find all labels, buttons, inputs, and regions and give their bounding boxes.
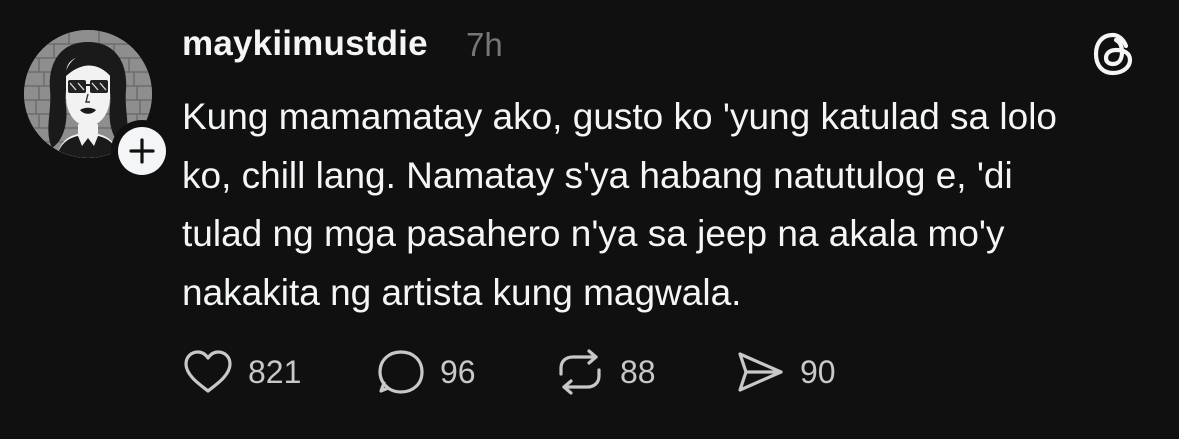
threads-logo-icon[interactable] <box>1090 30 1138 78</box>
follow-button[interactable] <box>111 120 173 182</box>
repost-count: 88 <box>620 353 656 390</box>
share-button[interactable]: 90 <box>734 345 836 399</box>
post-text-line: Kung mamamatay ako, gusto ko 'yung katul… <box>182 96 1058 137</box>
repost-button[interactable]: 88 <box>554 345 656 399</box>
repost-icon <box>559 349 601 395</box>
plus-icon <box>129 138 155 164</box>
post-text-line: ko, chill lang. Namatay s'ya habang natu… <box>182 154 1013 196</box>
heart-icon <box>184 350 232 393</box>
reply-button[interactable]: 96 <box>376 345 476 399</box>
speech-bubble-icon <box>378 350 424 394</box>
share-count: 90 <box>800 353 836 390</box>
post-body: Kung mamamatay ako, gusto ko 'yung katul… <box>182 88 1157 322</box>
post-text-line: tulad ng mga pasahero n'ya sa jeep na ak… <box>182 213 1005 254</box>
post-time: 7h <box>466 26 503 63</box>
post-text-line: nakakita ng artista kung magwala. <box>182 271 742 313</box>
follow-button-inner <box>118 127 166 175</box>
send-icon <box>738 352 783 392</box>
avatar-container <box>24 30 173 182</box>
username[interactable]: maykiimustdie <box>182 24 428 64</box>
like-button[interactable]: 821 <box>182 345 301 399</box>
reply-count: 96 <box>440 353 476 390</box>
threads-post: maykiimustdie 7h Kung mamamatay ako, gus… <box>0 0 1179 439</box>
like-count: 821 <box>248 353 302 390</box>
